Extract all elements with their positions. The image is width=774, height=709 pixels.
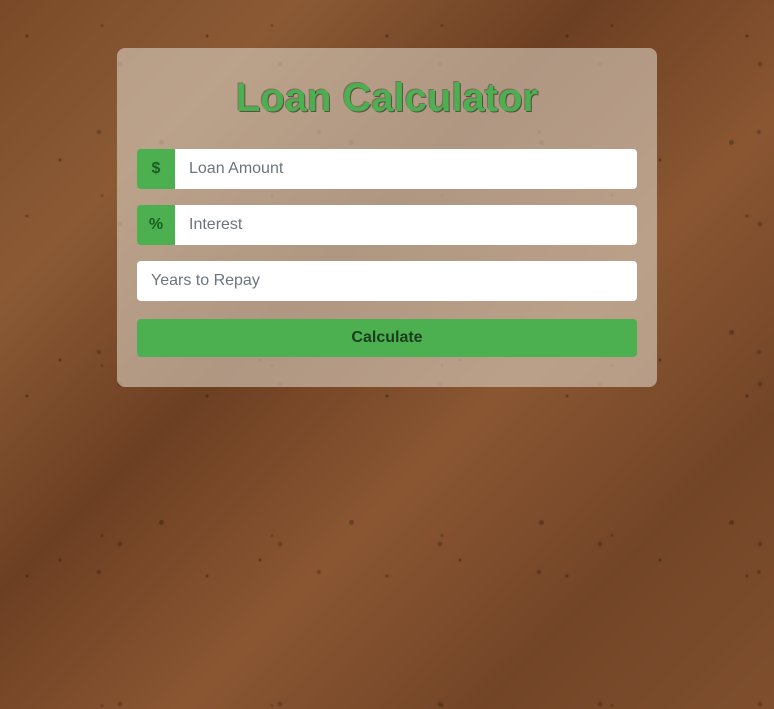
loan-calculator-card: Loan Calculator $ % Calculate <box>117 48 657 387</box>
years-input[interactable] <box>137 261 637 301</box>
dollar-icon: $ <box>137 149 175 189</box>
loan-amount-group: $ <box>137 149 637 189</box>
page-title: Loan Calculator <box>137 76 637 121</box>
interest-input[interactable] <box>175 205 637 245</box>
percent-icon: % <box>137 205 175 245</box>
years-group <box>137 261 637 301</box>
interest-group: % <box>137 205 637 245</box>
loan-amount-input[interactable] <box>175 149 637 189</box>
calculate-button[interactable]: Calculate <box>137 319 637 357</box>
